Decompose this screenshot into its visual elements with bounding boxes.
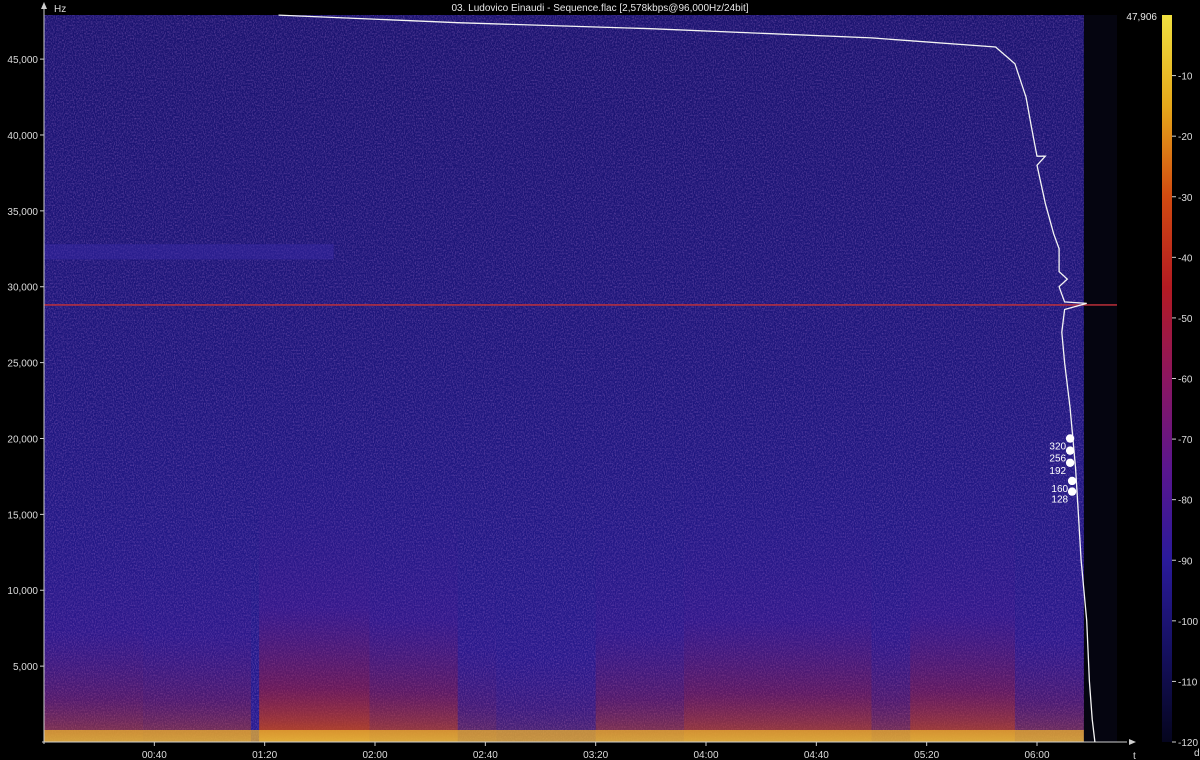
bitrate-label-256: 256 bbox=[1049, 454, 1066, 465]
x-tick-label: 03:20 bbox=[583, 750, 608, 760]
bass-band bbox=[44, 730, 1084, 742]
colorbar-tick-label: -80 bbox=[1178, 496, 1193, 507]
colorbar-tick-label: -10 bbox=[1178, 72, 1193, 83]
y-tick-label: 40,000 bbox=[7, 131, 38, 142]
bitrate-marker-160 bbox=[1067, 476, 1077, 486]
y-tick-label: 20,000 bbox=[7, 434, 38, 445]
colorbar-tick-label: -20 bbox=[1178, 132, 1193, 143]
x-tick-label: 05:20 bbox=[914, 750, 939, 760]
energy-region bbox=[496, 551, 596, 742]
energy-region bbox=[259, 442, 370, 742]
y-axis-arrow bbox=[41, 2, 47, 9]
spectrogram-chart: Hz t 5,000 10,000 15,000 20,000 25,000 30,000 35… bbox=[7, 2, 1200, 760]
colorbar-tick-label: -70 bbox=[1178, 435, 1193, 446]
energy-region bbox=[910, 460, 1015, 742]
bitrate-marker-192 bbox=[1065, 458, 1075, 467]
energy-region bbox=[683, 469, 872, 742]
bitrate-marker-320 bbox=[1065, 434, 1075, 443]
bitrate-marker-128 bbox=[1067, 487, 1077, 496]
colorbar-tick-label: -100 bbox=[1178, 617, 1198, 628]
energy-region bbox=[44, 496, 144, 742]
y-tick-label: 5,000 bbox=[13, 662, 38, 673]
colorbar-tick-label: -60 bbox=[1178, 375, 1193, 386]
energy-region bbox=[595, 496, 684, 742]
bitrate-marker-256 bbox=[1065, 446, 1075, 455]
colorbar-tick-label: -40 bbox=[1178, 253, 1193, 264]
silent-strip bbox=[1083, 15, 1117, 742]
faint-band bbox=[44, 244, 334, 260]
bitrate-label-192: 192 bbox=[1049, 466, 1066, 477]
y-tick-label: 45,000 bbox=[7, 55, 38, 66]
bitrate-label-320: 320 bbox=[1049, 441, 1066, 452]
y-tick-label: 10,000 bbox=[7, 586, 38, 597]
x-tick-label: 00:40 bbox=[142, 750, 167, 760]
bitrate-label-128: 128 bbox=[1051, 495, 1068, 506]
x-tick-label: 01:20 bbox=[252, 750, 277, 760]
y-tick-label: 35,000 bbox=[7, 207, 38, 218]
spectrogram-view: 03. Ludovico Einaudi - Sequence.flac [2,… bbox=[0, 0, 1200, 760]
y-tick-label: 30,000 bbox=[7, 283, 38, 294]
x-tick-label: 06:00 bbox=[1024, 750, 1049, 760]
x-tick-label: 04:00 bbox=[693, 750, 718, 760]
energy-region bbox=[871, 505, 911, 742]
energy-region bbox=[143, 505, 251, 742]
colorbar-tick-label: -50 bbox=[1178, 314, 1193, 325]
y-tick-label: 15,000 bbox=[7, 510, 38, 521]
colorbar-tick-label: -90 bbox=[1178, 556, 1193, 567]
y-tick-label: 25,000 bbox=[7, 359, 38, 370]
x-axis-label: t bbox=[1133, 751, 1136, 760]
x-tick-label: 02:40 bbox=[473, 750, 498, 760]
max-frequency-label: 47,906 bbox=[1126, 12, 1157, 23]
x-axis-arrow bbox=[1129, 739, 1136, 745]
energy-region bbox=[457, 532, 497, 742]
y-axis-label: Hz bbox=[54, 4, 66, 15]
energy-region bbox=[1014, 514, 1084, 742]
x-tick-label: 04:40 bbox=[804, 750, 829, 760]
x-tick-label: 02:00 bbox=[362, 750, 387, 760]
colorbar bbox=[1162, 15, 1172, 742]
bitrate-label-160: 160 bbox=[1051, 484, 1068, 495]
energy-region bbox=[369, 469, 458, 742]
colorbar-tick-label: -110 bbox=[1178, 677, 1198, 688]
colorbar-tick-label: -30 bbox=[1178, 193, 1193, 204]
colorbar-unit-label: dB bbox=[1194, 748, 1200, 759]
